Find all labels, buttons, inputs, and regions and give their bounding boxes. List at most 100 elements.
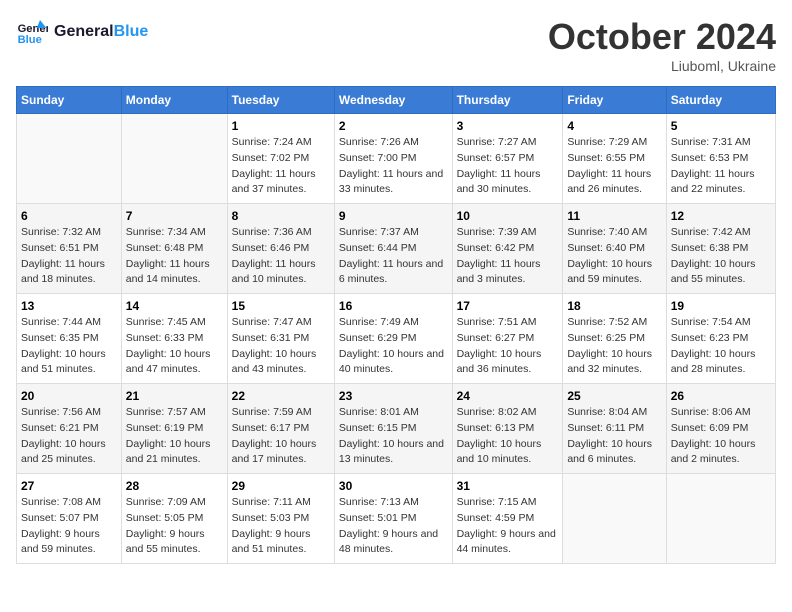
day-info: Sunrise: 7:13 AMSunset: 5:01 PMDaylight:… [339,495,448,558]
day-number: 9 [339,209,448,223]
month-title: October 2024 [548,16,776,58]
cell-w1-d2 [121,114,227,204]
col-wednesday: Wednesday [334,87,452,114]
day-info: Sunrise: 7:52 AMSunset: 6:25 PMDaylight:… [567,315,661,378]
day-info: Sunrise: 7:26 AMSunset: 7:00 PMDaylight:… [339,135,448,198]
week-row-4: 20 Sunrise: 7:56 AMSunset: 6:21 PMDayligh… [17,384,776,474]
cell-w1-d3: 1 Sunrise: 7:24 AMSunset: 7:02 PMDaylight… [227,114,334,204]
day-number: 7 [126,209,223,223]
day-number: 14 [126,299,223,313]
calendar-header: Sunday Monday Tuesday Wednesday Thursday… [17,87,776,114]
cell-w3-d3: 15 Sunrise: 7:47 AMSunset: 6:31 PMDayligh… [227,294,334,384]
col-sunday: Sunday [17,87,122,114]
week-row-2: 6 Sunrise: 7:32 AMSunset: 6:51 PMDaylight… [17,204,776,294]
cell-w2-d3: 8 Sunrise: 7:36 AMSunset: 6:46 PMDaylight… [227,204,334,294]
day-number: 27 [21,479,117,493]
day-info: Sunrise: 7:32 AMSunset: 6:51 PMDaylight:… [21,225,117,288]
day-info: Sunrise: 7:45 AMSunset: 6:33 PMDaylight:… [126,315,223,378]
cell-w3-d2: 14 Sunrise: 7:45 AMSunset: 6:33 PMDayligh… [121,294,227,384]
day-info: Sunrise: 7:11 AMSunset: 5:03 PMDaylight:… [232,495,330,558]
cell-w1-d4: 2 Sunrise: 7:26 AMSunset: 7:00 PMDaylight… [334,114,452,204]
day-info: Sunrise: 8:04 AMSunset: 6:11 PMDaylight:… [567,405,661,468]
cell-w5-d3: 29Sunrise: 7:11 AMSunset: 5:03 PMDayligh… [227,474,334,564]
logo-text: GeneralBlue [54,23,148,41]
day-number: 17 [457,299,559,313]
day-number: 13 [21,299,117,313]
cell-w2-d6: 11 Sunrise: 7:40 AMSunset: 6:40 PMDayligh… [563,204,666,294]
col-tuesday: Tuesday [227,87,334,114]
day-info: Sunrise: 7:47 AMSunset: 6:31 PMDaylight:… [232,315,330,378]
page-header: General Blue GeneralBlue October 2024 Li… [16,16,776,74]
day-number: 10 [457,209,559,223]
day-info: Sunrise: 7:49 AMSunset: 6:29 PMDaylight:… [339,315,448,378]
day-number: 20 [21,389,117,403]
cell-w5-d2: 28Sunrise: 7:09 AMSunset: 5:05 PMDayligh… [121,474,227,564]
day-number: 31 [457,479,559,493]
day-number: 4 [567,119,661,133]
day-info: Sunrise: 7:09 AMSunset: 5:05 PMDaylight:… [126,495,223,558]
cell-w5-d1: 27Sunrise: 7:08 AMSunset: 5:07 PMDayligh… [17,474,122,564]
day-info: Sunrise: 7:44 AMSunset: 6:35 PMDaylight:… [21,315,117,378]
day-number: 18 [567,299,661,313]
cell-w4-d7: 26Sunrise: 8:06 AMSunset: 6:09 PMDayligh… [666,384,775,474]
day-number: 15 [232,299,330,313]
cell-w2-d1: 6 Sunrise: 7:32 AMSunset: 6:51 PMDaylight… [17,204,122,294]
cell-w4-d6: 25 Sunrise: 8:04 AMSunset: 6:11 PMDayligh… [563,384,666,474]
day-info: Sunrise: 7:27 AMSunset: 6:57 PMDaylight:… [457,135,559,198]
day-number: 25 [567,389,661,403]
day-number: 21 [126,389,223,403]
day-info: Sunrise: 7:37 AMSunset: 6:44 PMDaylight:… [339,225,448,288]
day-number: 11 [567,209,661,223]
cell-w4-d4: 23 Sunrise: 8:01 AMSunset: 6:15 PMDayligh… [334,384,452,474]
day-info: Sunrise: 7:54 AMSunset: 6:23 PMDaylight:… [671,315,771,378]
week-row-1: 1 Sunrise: 7:24 AMSunset: 7:02 PMDaylight… [17,114,776,204]
day-info: Sunrise: 7:40 AMSunset: 6:40 PMDaylight:… [567,225,661,288]
day-info: Sunrise: 7:59 AMSunset: 6:17 PMDaylight:… [232,405,330,468]
cell-w3-d6: 18 Sunrise: 7:52 AMSunset: 6:25 PMDayligh… [563,294,666,384]
svg-text:Blue: Blue [18,34,42,46]
cell-w4-d5: 24Sunrise: 8:02 AMSunset: 6:13 PMDayligh… [452,384,563,474]
day-number: 2 [339,119,448,133]
day-number: 24 [457,389,559,403]
day-number: 23 [339,389,448,403]
cell-w3-d5: 17 Sunrise: 7:51 AMSunset: 6:27 PMDayligh… [452,294,563,384]
cell-w1-d5: 3 Sunrise: 7:27 AMSunset: 6:57 PMDaylight… [452,114,563,204]
day-info: Sunrise: 7:51 AMSunset: 6:27 PMDaylight:… [457,315,559,378]
cell-w4-d3: 22Sunrise: 7:59 AMSunset: 6:17 PMDayligh… [227,384,334,474]
col-friday: Friday [563,87,666,114]
cell-w2-d2: 7 Sunrise: 7:34 AMSunset: 6:48 PMDaylight… [121,204,227,294]
day-number: 8 [232,209,330,223]
cell-w5-d7 [666,474,775,564]
day-info: Sunrise: 7:36 AMSunset: 6:46 PMDaylight:… [232,225,330,288]
day-info: Sunrise: 7:29 AMSunset: 6:55 PMDaylight:… [567,135,661,198]
col-saturday: Saturday [666,87,775,114]
day-info: Sunrise: 8:01 AMSunset: 6:15 PMDaylight:… [339,405,448,468]
cell-w2-d5: 10Sunrise: 7:39 AMSunset: 6:42 PMDayligh… [452,204,563,294]
header-row: Sunday Monday Tuesday Wednesday Thursday… [17,87,776,114]
cell-w5-d5: 31 Sunrise: 7:15 AMSunset: 4:59 PMDayligh… [452,474,563,564]
cell-w2-d4: 9 Sunrise: 7:37 AMSunset: 6:44 PMDaylight… [334,204,452,294]
day-number: 19 [671,299,771,313]
day-number: 12 [671,209,771,223]
cell-w4-d2: 21 Sunrise: 7:57 AMSunset: 6:19 PMDayligh… [121,384,227,474]
day-info: Sunrise: 7:57 AMSunset: 6:19 PMDaylight:… [126,405,223,468]
day-info: Sunrise: 7:34 AMSunset: 6:48 PMDaylight:… [126,225,223,288]
day-info: Sunrise: 7:56 AMSunset: 6:21 PMDaylight:… [21,405,117,468]
day-info: Sunrise: 8:06 AMSunset: 6:09 PMDaylight:… [671,405,771,468]
day-number: 30 [339,479,448,493]
day-info: Sunrise: 7:42 AMSunset: 6:38 PMDaylight:… [671,225,771,288]
logo-icon: General Blue [16,16,48,48]
day-number: 6 [21,209,117,223]
day-info: Sunrise: 7:31 AMSunset: 6:53 PMDaylight:… [671,135,771,198]
cell-w1-d7: 5Sunrise: 7:31 AMSunset: 6:53 PMDaylight… [666,114,775,204]
day-info: Sunrise: 7:15 AMSunset: 4:59 PMDaylight:… [457,495,559,558]
location-subtitle: Liuboml, Ukraine [548,58,776,74]
cell-w2-d7: 12 Sunrise: 7:42 AMSunset: 6:38 PMDayligh… [666,204,775,294]
title-block: October 2024 Liuboml, Ukraine [548,16,776,74]
day-number: 3 [457,119,559,133]
day-info: Sunrise: 7:24 AMSunset: 7:02 PMDaylight:… [232,135,330,198]
day-number: 16 [339,299,448,313]
cell-w3-d4: 16 Sunrise: 7:49 AMSunset: 6:29 PMDayligh… [334,294,452,384]
calendar-body: 1 Sunrise: 7:24 AMSunset: 7:02 PMDaylight… [17,114,776,564]
day-number: 1 [232,119,330,133]
